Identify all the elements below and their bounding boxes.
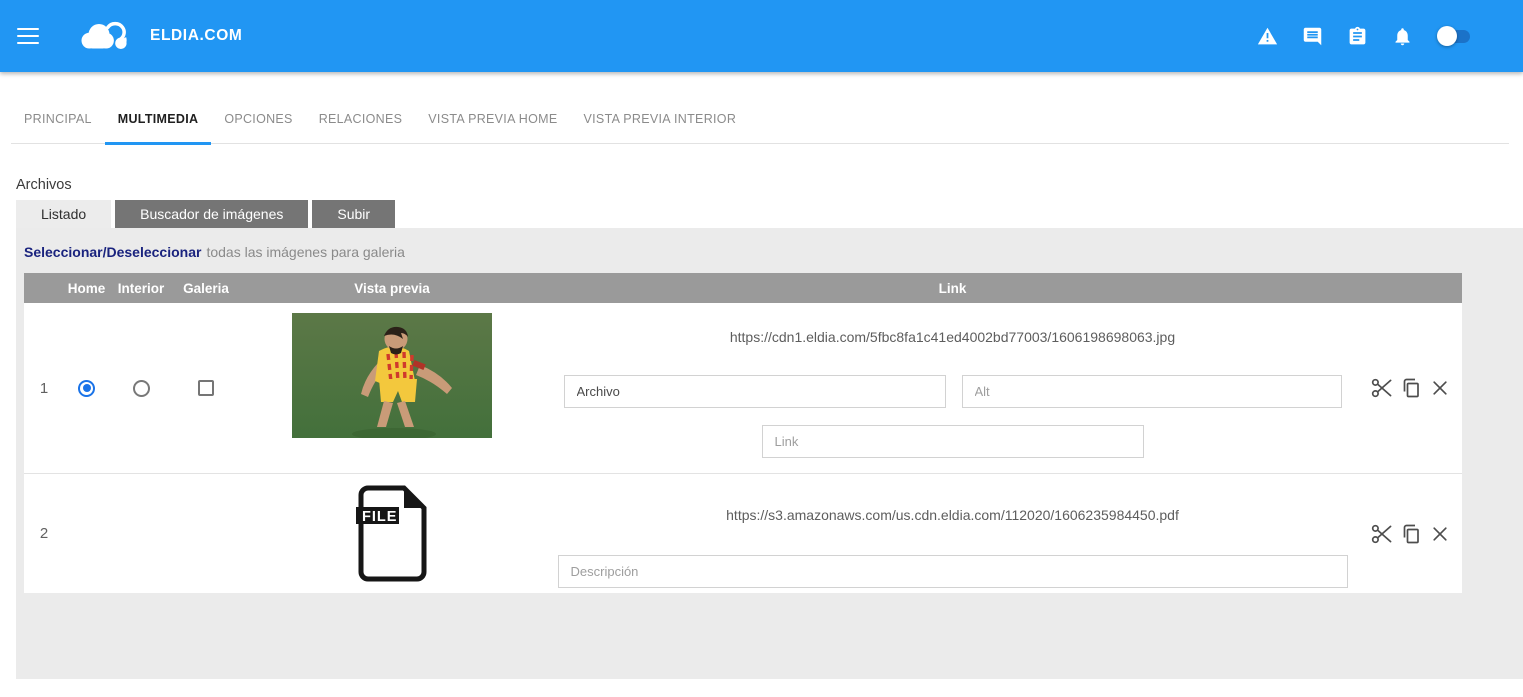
col-header-link: Link <box>545 281 1360 296</box>
galeria-checkbox[interactable] <box>198 380 214 396</box>
image-preview-thumbnail[interactable] <box>292 313 492 438</box>
col-header-home: Home <box>64 281 109 296</box>
archivos-subtabs: Listado Buscador de imágenes Subir <box>16 200 1523 228</box>
row-actions <box>1360 303 1462 473</box>
tab-multimedia[interactable]: MULTIMEDIA <box>105 95 212 145</box>
file-badge-label: FILE <box>362 509 397 525</box>
home-radio[interactable] <box>78 380 95 397</box>
close-icon[interactable] <box>1428 522 1452 546</box>
gallery-select-suffix: todas las imágenes para galeria <box>206 244 404 260</box>
gallery-select-bar: Seleccionar/Deseleccionartodas las imáge… <box>24 242 1523 273</box>
clipboard-icon[interactable] <box>1347 26 1368 47</box>
table-row: 1 <box>24 303 1462 473</box>
subtab-listado[interactable]: Listado <box>16 200 111 228</box>
table-header-row: Home Interior Galeria Vista previa Link <box>24 273 1462 303</box>
file-url: https://cdn1.eldia.com/5fbc8fa1c41ed4002… <box>730 329 1175 346</box>
warning-icon[interactable] <box>1257 26 1278 47</box>
app-bar: ELDIA.COM <box>0 0 1523 72</box>
link-input[interactable] <box>762 425 1144 458</box>
copy-icon[interactable] <box>1399 376 1423 400</box>
appbar-actions <box>1257 26 1523 47</box>
files-table: Home Interior Galeria Vista previa Link … <box>24 273 1462 593</box>
chat-icon[interactable] <box>1302 26 1323 47</box>
copy-icon[interactable] <box>1399 522 1423 546</box>
file-document-icon: FILE <box>355 485 429 582</box>
brand-title: ELDIA.COM <box>150 27 242 45</box>
table-row: 2 FILE https://s3.amazonaws.com/us.cdn.e… <box>24 473 1462 593</box>
toggle-switch[interactable] <box>1437 26 1471 46</box>
col-header-galeria: Galeria <box>173 281 239 296</box>
row-index: 2 <box>24 474 64 593</box>
deselect-all-link[interactable]: Deseleccionar <box>107 244 202 260</box>
tab-opciones[interactable]: OPCIONES <box>211 95 305 145</box>
select-all-link[interactable]: Seleccionar <box>24 244 103 260</box>
close-icon[interactable] <box>1428 376 1452 400</box>
alt-input[interactable] <box>962 375 1342 408</box>
subtab-buscador-imagenes[interactable]: Buscador de imágenes <box>115 200 308 228</box>
tab-vista-previa-home[interactable]: VISTA PREVIA HOME <box>415 95 570 145</box>
descripcion-input[interactable] <box>558 555 1348 588</box>
tab-vista-previa-interior[interactable]: VISTA PREVIA INTERIOR <box>571 95 750 145</box>
archivo-input[interactable] <box>564 375 946 408</box>
col-header-interior: Interior <box>109 281 173 296</box>
archivos-section-title: Archivos <box>16 177 1523 193</box>
listado-panel: Seleccionar/Deseleccionartodas las imáge… <box>16 228 1523 679</box>
subtab-subir[interactable]: Subir <box>312 200 395 228</box>
tab-relaciones[interactable]: RELACIONES <box>306 95 416 145</box>
file-url: https://s3.amazonaws.com/us.cdn.eldia.co… <box>726 507 1179 524</box>
row-actions <box>1360 474 1462 593</box>
cut-scissors-icon[interactable] <box>1370 522 1394 546</box>
cut-scissors-icon[interactable] <box>1370 376 1394 400</box>
bell-icon[interactable] <box>1392 26 1413 47</box>
row-index: 1 <box>24 303 64 473</box>
hamburger-menu-icon[interactable] <box>8 16 48 56</box>
interior-radio[interactable] <box>133 380 150 397</box>
tab-principal[interactable]: PRINCIPAL <box>11 95 105 145</box>
brand-logo-cloud-icon <box>78 16 134 56</box>
main-tabs: PRINCIPAL MULTIMEDIA OPCIONES RELACIONES… <box>11 95 1509 144</box>
col-header-vista-previa: Vista previa <box>239 281 545 296</box>
